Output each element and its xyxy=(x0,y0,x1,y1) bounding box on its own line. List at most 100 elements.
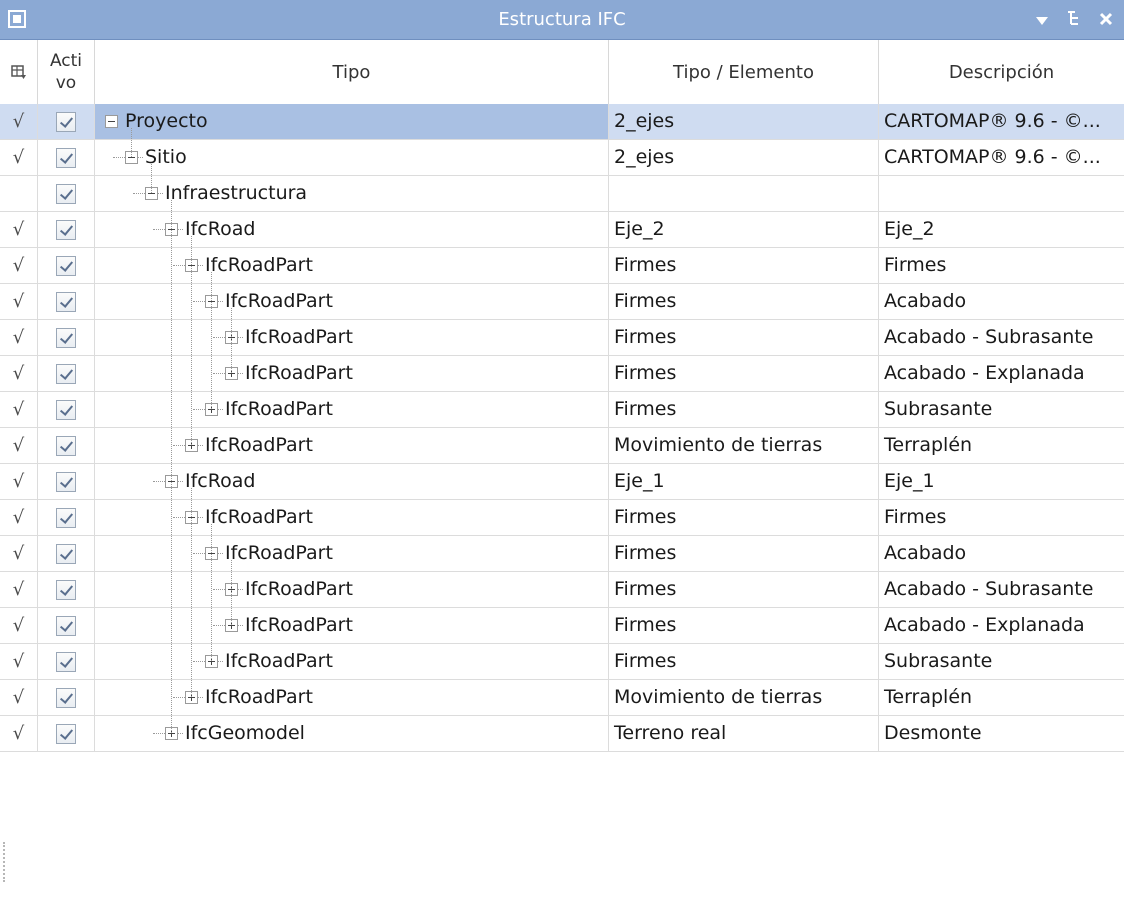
tipo-elemento-cell: Terreno real xyxy=(609,716,879,751)
tree-connector xyxy=(153,481,165,482)
activo-checkbox[interactable] xyxy=(56,400,76,420)
tree-connector xyxy=(198,445,203,446)
table-row[interactable]: √ IfcRoadPart Firmes Subrasante xyxy=(0,644,1124,680)
activo-checkbox[interactable] xyxy=(56,256,76,276)
activo-checkbox[interactable] xyxy=(56,472,76,492)
table-row[interactable]: √ IfcRoadPart Firmes Firmes xyxy=(0,248,1124,284)
table-row[interactable]: √ IfcRoadPart Firmes Acabado - Explanada xyxy=(0,608,1124,644)
activo-checkbox[interactable] xyxy=(56,148,76,168)
activo-checkbox[interactable] xyxy=(56,292,76,312)
table-row[interactable]: √ IfcRoadPart Movimiento de tierras Terrapl… xyxy=(0,680,1124,716)
activo-cell xyxy=(38,536,95,571)
activo-cell xyxy=(38,644,95,679)
check-mark: √ xyxy=(0,104,38,139)
close-icon[interactable] xyxy=(1094,8,1118,32)
activo-cell xyxy=(38,356,95,391)
tree-layout-icon[interactable] xyxy=(1062,8,1086,32)
activo-checkbox[interactable] xyxy=(56,580,76,600)
activo-checkbox[interactable] xyxy=(56,688,76,708)
tree-node-label[interactable]: IfcRoadPart xyxy=(205,428,313,463)
resize-grip[interactable] xyxy=(3,842,8,882)
activo-cell xyxy=(38,680,95,715)
table-row[interactable]: √ IfcRoadPart Movimiento de tierras Terrapl… xyxy=(0,428,1124,464)
descripcion-cell: Firmes xyxy=(884,506,947,528)
activo-checkbox[interactable] xyxy=(56,652,76,672)
descripcion-cell xyxy=(879,176,1124,211)
table-row[interactable]: √ Sitio 2_ejes CARTOMAP® 9.6 - ©... xyxy=(0,140,1124,176)
tree-node-label[interactable]: IfcRoadPart xyxy=(205,680,313,715)
activo-checkbox[interactable] xyxy=(56,508,76,528)
activo-cell xyxy=(38,500,95,535)
tree-node-label[interactable]: IfcRoad xyxy=(185,212,255,247)
table-row[interactable]: √ IfcRoad Eje_1 Eje_1 xyxy=(0,464,1124,500)
tree-node-label[interactable]: IfcRoad xyxy=(185,464,255,499)
check-mark: √ xyxy=(0,464,38,499)
column-header-activo[interactable]: Acti vo xyxy=(38,40,95,104)
title-bar[interactable]: Estructura IFC xyxy=(0,0,1124,40)
tree-node-label[interactable]: IfcGeomodel xyxy=(185,716,305,751)
activo-checkbox[interactable] xyxy=(56,220,76,240)
tree-connector xyxy=(153,733,165,734)
tree-connector xyxy=(218,301,223,302)
table-row[interactable]: √ IfcGeomodel Terreno real Desmonte xyxy=(0,716,1124,752)
descripcion-cell: CARTOMAP® 9.6 - ©... xyxy=(884,110,1101,132)
table-row[interactable]: √ IfcRoadPart Firmes Acabado - Subrasante xyxy=(0,320,1124,356)
column-chooser-cell[interactable] xyxy=(0,40,38,104)
activo-checkbox[interactable] xyxy=(56,436,76,456)
column-chooser-icon[interactable] xyxy=(10,64,27,80)
activo-checkbox[interactable] xyxy=(56,184,76,204)
descripcion-cell: Subrasante xyxy=(884,398,993,420)
tree-node-label[interactable]: IfcRoadPart xyxy=(245,356,353,391)
tree-node-label[interactable]: IfcRoadPart xyxy=(225,284,333,319)
activo-checkbox[interactable] xyxy=(56,328,76,348)
tree-node-label[interactable]: Proyecto xyxy=(125,104,208,139)
check-mark: √ xyxy=(0,644,38,679)
activo-checkbox[interactable] xyxy=(56,544,76,564)
column-header-tipo[interactable]: Tipo xyxy=(95,40,609,104)
tipo-elemento-cell: Firmes xyxy=(609,284,879,319)
tree-connector xyxy=(193,661,205,662)
table-row[interactable]: √ IfcRoadPart Firmes Subrasante xyxy=(0,392,1124,428)
table-row[interactable]: √ IfcRoadPart Firmes Acabado xyxy=(0,284,1124,320)
tipo-cell: IfcRoadPart xyxy=(95,608,609,643)
tree-connector xyxy=(218,409,223,410)
dropdown-arrow-icon[interactable] xyxy=(1030,8,1054,32)
tree-node-label[interactable]: IfcRoadPart xyxy=(225,392,333,427)
table-row[interactable]: √ IfcRoad Eje_2 Eje_2 xyxy=(0,212,1124,248)
activo-checkbox[interactable] xyxy=(56,112,76,132)
tipo-cell: Proyecto xyxy=(95,104,609,139)
tree-connector xyxy=(213,337,225,338)
tipo-cell: IfcGeomodel xyxy=(95,716,609,751)
tree-node-label[interactable]: IfcRoadPart xyxy=(205,248,313,283)
tree-node-label[interactable]: IfcRoadPart xyxy=(225,644,333,679)
tree-node-label[interactable]: IfcRoadPart xyxy=(245,320,353,355)
tree-connector xyxy=(178,229,183,230)
tree-node-label[interactable]: IfcRoadPart xyxy=(245,608,353,643)
activo-cell xyxy=(38,392,95,427)
tree-node-label[interactable]: IfcRoadPart xyxy=(205,500,313,535)
table-row[interactable]: √ IfcRoadPart Firmes Acabado xyxy=(0,536,1124,572)
activo-cell xyxy=(38,284,95,319)
column-header-tipo-elemento[interactable]: Tipo / Elemento xyxy=(609,40,879,104)
activo-checkbox[interactable] xyxy=(56,364,76,384)
tree-connector xyxy=(138,157,143,158)
window-title: Estructura IFC xyxy=(498,9,626,30)
tree-connector xyxy=(238,625,243,626)
tree-node-label[interactable]: IfcRoadPart xyxy=(225,536,333,571)
activo-cell xyxy=(38,716,95,751)
tree-guide-line xyxy=(171,200,172,733)
tree-node-label[interactable]: Infraestructura xyxy=(165,176,307,211)
activo-checkbox[interactable] xyxy=(56,616,76,636)
table-row[interactable]: √ IfcRoadPart Firmes Acabado - Explanada xyxy=(0,356,1124,392)
tipo-elemento-cell: Movimiento de tierras xyxy=(609,428,879,463)
tipo-cell: Sitio xyxy=(95,140,609,175)
tree-node-label[interactable]: IfcRoadPart xyxy=(245,572,353,607)
activo-checkbox[interactable] xyxy=(56,724,76,744)
table-row[interactable]: √ IfcRoadPart Firmes Firmes xyxy=(0,500,1124,536)
table-row[interactable]: √ Proyecto 2_ejes CARTOMAP® 9.6 - ©... xyxy=(0,104,1124,140)
column-header-descripcion[interactable]: Descripción xyxy=(879,40,1124,104)
table-row[interactable]: Infraestructura xyxy=(0,176,1124,212)
tree-connector xyxy=(173,265,185,266)
collapse-icon[interactable] xyxy=(105,115,118,128)
table-row[interactable]: √ IfcRoadPart Firmes Acabado - Subrasante xyxy=(0,572,1124,608)
